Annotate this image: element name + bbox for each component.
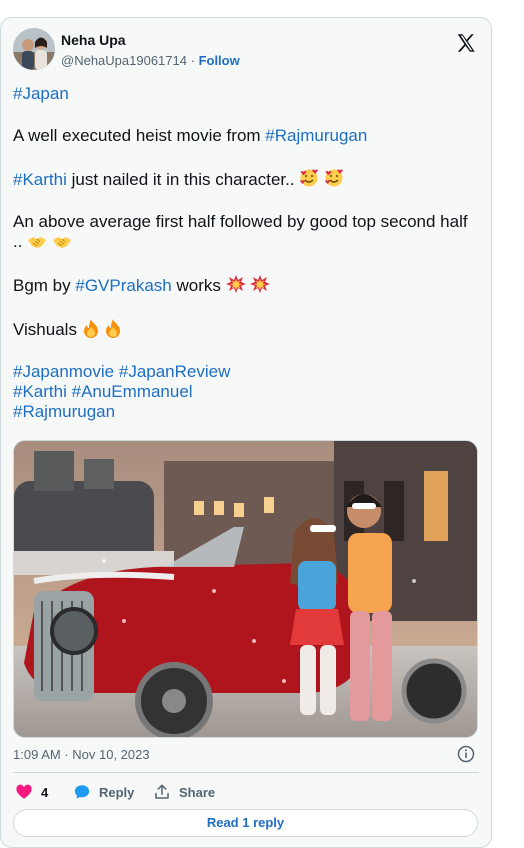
hashtag[interactable]: #JapanReview [119, 362, 231, 381]
handshake-icon [52, 237, 71, 248]
reply-button[interactable]: Reply [73, 781, 134, 803]
share-label: Share [179, 784, 216, 800]
timestamp-row: 1:09 AM · Nov 10, 2023 [13, 745, 479, 765]
reply-label: Reply [99, 784, 135, 800]
info-icon[interactable] [457, 745, 475, 763]
hashtag[interactable]: #Karthi [13, 382, 67, 401]
x-logo-icon[interactable] [455, 32, 477, 54]
share-button[interactable]: Share [153, 781, 215, 803]
collision-icon [225, 275, 246, 293]
author-name[interactable]: Neha Upa [61, 32, 240, 49]
avatar[interactable] [13, 28, 55, 70]
hashtag[interactable]: #Karthi [13, 170, 67, 189]
hashtag[interactable]: #Rajmurugan [13, 402, 115, 421]
tweet-text-line: An above average first half followed by … [13, 212, 468, 251]
tweet-timestamp[interactable]: 1:09 AM · Nov 10, 2023 [13, 747, 150, 762]
tweet-media-image[interactable] [13, 440, 478, 738]
hashtag[interactable]: #Japan [13, 84, 69, 103]
tweet-text-line: Bgm by [13, 276, 76, 295]
share-icon [155, 784, 169, 799]
fire-icon [106, 319, 121, 338]
reply-bubble-icon [74, 785, 90, 799]
tweet-header: Neha Upa @NehaUpa19061714 · Follow [13, 28, 479, 72]
tweet-text-line: works [171, 276, 226, 295]
tweet-text-line: Vishuals [13, 320, 82, 339]
tweet-text-line: just nailed it in this character.. [66, 170, 295, 189]
like-count: 4 [41, 784, 49, 800]
author-handle[interactable]: @NehaUpa19061714 [61, 53, 187, 68]
tweet-card[interactable]: Neha Upa @NehaUpa19061714 · Follow #Japa… [0, 17, 492, 848]
smiling-face-with-hearts-icon [325, 169, 344, 187]
author-info: Neha Upa @NehaUpa19061714 · Follow [61, 32, 240, 70]
tweet-text-line: A well executed heist movie from [13, 126, 266, 145]
read-replies-button[interactable]: Read 1 reply [13, 809, 478, 837]
fire-icon [83, 319, 98, 338]
collision-icon [250, 275, 271, 293]
author-handle-row: @NehaUpa19061714 · Follow [61, 52, 240, 70]
handshake-icon [28, 237, 47, 248]
like-button[interactable]: 4 [15, 781, 48, 803]
hashtag[interactable]: #AnuEmmanuel [72, 382, 193, 401]
follow-link[interactable]: Follow [199, 53, 240, 68]
divider [13, 772, 479, 773]
smiling-face-with-hearts-icon [300, 169, 319, 187]
separator: · [190, 53, 195, 68]
tweet-text: #Japan A well executed heist movie from … [13, 84, 479, 422]
hashtag[interactable]: #Japanmovie [13, 362, 114, 381]
hashtag[interactable]: #GVPrakash [75, 276, 171, 295]
movie-still-photo [14, 441, 477, 737]
heart-icon [16, 784, 32, 799]
hashtag[interactable]: #Rajmurugan [265, 126, 367, 145]
